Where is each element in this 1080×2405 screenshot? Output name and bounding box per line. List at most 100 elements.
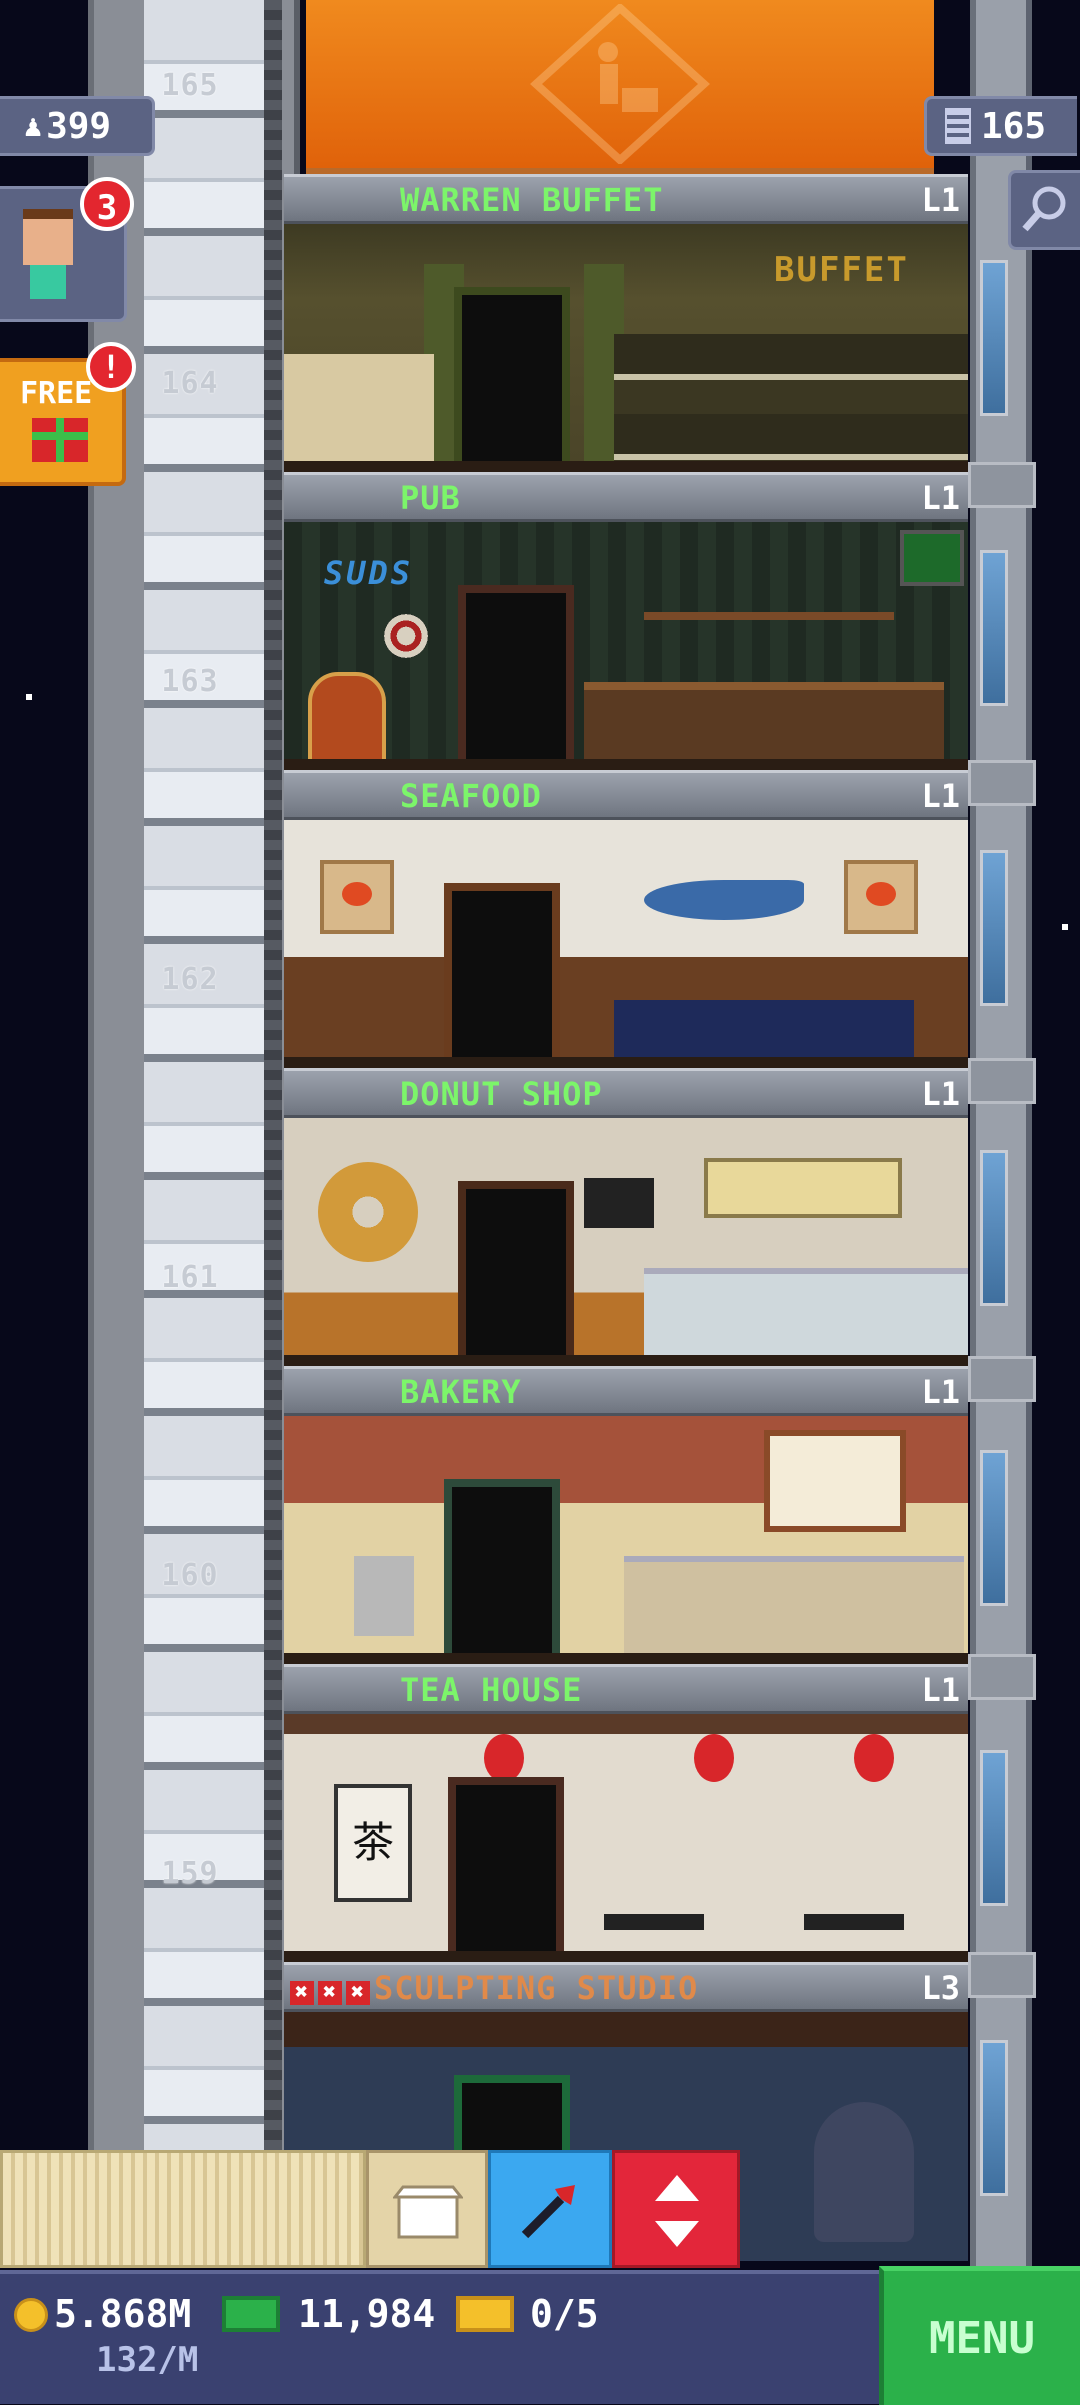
wall-bracket bbox=[968, 1356, 1036, 1402]
elevator-shaft[interactable] bbox=[88, 0, 300, 2160]
elevator-rail bbox=[264, 0, 282, 2160]
floor-scene bbox=[284, 1118, 968, 1367]
box-icon bbox=[393, 2185, 463, 2239]
bux-value: 11,984 bbox=[298, 2292, 436, 2336]
floor-counter[interactable]: 165 bbox=[924, 96, 1077, 156]
tower-window bbox=[980, 1150, 1008, 1306]
wrench-icon bbox=[521, 2185, 575, 2239]
free-label: FREE bbox=[20, 376, 93, 411]
shaft-floor-number: 165 bbox=[161, 68, 219, 103]
tv-screen bbox=[900, 530, 964, 586]
wall-bracket bbox=[968, 1952, 1036, 1998]
search-button[interactable] bbox=[1008, 170, 1080, 250]
tea-character: 茶 bbox=[351, 1818, 394, 1867]
floor-header: PUB L1 bbox=[284, 472, 968, 522]
floor-scene: 茶 bbox=[284, 1714, 968, 1963]
population-counter[interactable]: ♟ 399 bbox=[0, 96, 155, 156]
floor-scene bbox=[284, 820, 968, 1069]
floor-header: SEAFOOD L1 bbox=[284, 770, 968, 820]
floor-door bbox=[448, 1777, 564, 1963]
shaft-floor-number: 160 bbox=[161, 1558, 219, 1593]
tower-window bbox=[980, 260, 1008, 416]
shaft-floor-number: 163 bbox=[161, 664, 219, 699]
alert-mark: ! bbox=[101, 348, 121, 386]
notification-badge: 3 bbox=[80, 177, 134, 231]
floor-scene bbox=[284, 1416, 968, 1665]
floor-bakery[interactable]: BAKERY L1 bbox=[284, 1366, 968, 1665]
construction-floor[interactable] bbox=[306, 0, 934, 176]
tower-window bbox=[980, 1450, 1008, 1606]
alert-badge: ! bbox=[86, 342, 136, 392]
shaft-floor-number: 164 bbox=[161, 366, 219, 401]
free-gift-button[interactable]: FREE ! bbox=[0, 342, 136, 486]
tower-window bbox=[980, 850, 1008, 1006]
crab-frame bbox=[844, 860, 918, 934]
shaft-floor-number: 162 bbox=[161, 962, 219, 997]
floor-door bbox=[444, 883, 560, 1069]
floor-door bbox=[444, 1479, 560, 1665]
floor-name-wrap: ✖ ✖ ✖ SCULPTING STUDIO bbox=[290, 1969, 698, 2007]
floor-level: L1 bbox=[921, 479, 960, 517]
out-of-stock-icon: ✖ bbox=[346, 1981, 370, 2005]
display-case bbox=[624, 1556, 964, 1658]
paper-lantern bbox=[484, 1734, 524, 1782]
shaft-floor-number: 159 bbox=[161, 1856, 219, 1891]
menu-button[interactable]: MENU bbox=[879, 2266, 1080, 2405]
floor-header: WARREN BUFFET L1 bbox=[284, 174, 968, 224]
gift-icon bbox=[32, 418, 88, 462]
paper-lantern bbox=[694, 1734, 734, 1782]
floor-header: TEA HOUSE L1 bbox=[284, 1664, 968, 1714]
elevator-move-button[interactable] bbox=[612, 2150, 740, 2268]
tickets-value: 0/5 bbox=[530, 2292, 599, 2336]
tea-table bbox=[804, 1914, 904, 1930]
floor-scene: BUFFET bbox=[284, 224, 968, 473]
profile-button[interactable]: 3 bbox=[0, 177, 134, 322]
floor-level: L1 bbox=[921, 1671, 960, 1709]
floor-header: BAKERY L1 bbox=[284, 1366, 968, 1416]
floor-name: BAKERY bbox=[400, 1373, 522, 1411]
tower-window bbox=[980, 1750, 1008, 1906]
box-button[interactable] bbox=[366, 2150, 488, 2268]
avatar bbox=[18, 209, 78, 299]
oven bbox=[354, 1556, 414, 1636]
buffet-counter bbox=[614, 334, 968, 464]
floor-level: L3 bbox=[921, 1969, 960, 2007]
dartboard bbox=[384, 614, 428, 658]
tool-button[interactable] bbox=[488, 2150, 612, 2268]
coins-value: 5.868M bbox=[54, 2292, 192, 2336]
sculpture-bust bbox=[814, 2102, 914, 2242]
menu-board bbox=[764, 1430, 906, 1532]
floor-tea-house[interactable]: TEA HOUSE L1 茶 bbox=[284, 1664, 968, 1963]
floor-name: DONUT SHOP bbox=[400, 1075, 603, 1113]
elevator-cable-column bbox=[144, 0, 264, 2160]
notification-count: 3 bbox=[96, 188, 118, 228]
floor-name: SEAFOOD bbox=[400, 777, 542, 815]
neon-sign: SUDS bbox=[324, 554, 414, 592]
bux-icon bbox=[222, 2296, 280, 2332]
floor-level: L1 bbox=[921, 777, 960, 815]
floor-donut-shop[interactable]: DONUT SHOP L1 bbox=[284, 1068, 968, 1367]
floor-pub[interactable]: PUB L1 SUDS bbox=[284, 472, 968, 771]
buffet-sign: BUFFET bbox=[774, 250, 909, 290]
ticket-icon bbox=[456, 2296, 514, 2332]
person-icon: ♟ bbox=[24, 108, 43, 144]
tea-table bbox=[604, 1914, 704, 1930]
elevator-lobby-panel[interactable] bbox=[0, 2150, 366, 2268]
coins-rate: 132/M bbox=[96, 2340, 199, 2380]
star bbox=[26, 694, 32, 700]
wall-bracket bbox=[968, 462, 1036, 508]
wall-bracket bbox=[968, 1654, 1036, 1700]
tower-window bbox=[980, 550, 1008, 706]
chalkboard bbox=[584, 1178, 654, 1228]
floor-scene: SUDS bbox=[284, 522, 968, 771]
floor-door bbox=[458, 1181, 574, 1367]
floor-door bbox=[454, 287, 570, 473]
floor-seafood[interactable]: SEAFOOD L1 bbox=[284, 770, 968, 1069]
floor-count-value: 165 bbox=[981, 105, 1047, 147]
seating-area bbox=[284, 354, 434, 464]
crab-frame bbox=[320, 860, 394, 934]
bar-counter bbox=[584, 682, 944, 770]
floor-warren-buffet[interactable]: WARREN BUFFET L1 BUFFET bbox=[284, 174, 968, 473]
search-icon bbox=[1022, 186, 1066, 232]
up-down-arrows-icon bbox=[655, 2175, 699, 2247]
